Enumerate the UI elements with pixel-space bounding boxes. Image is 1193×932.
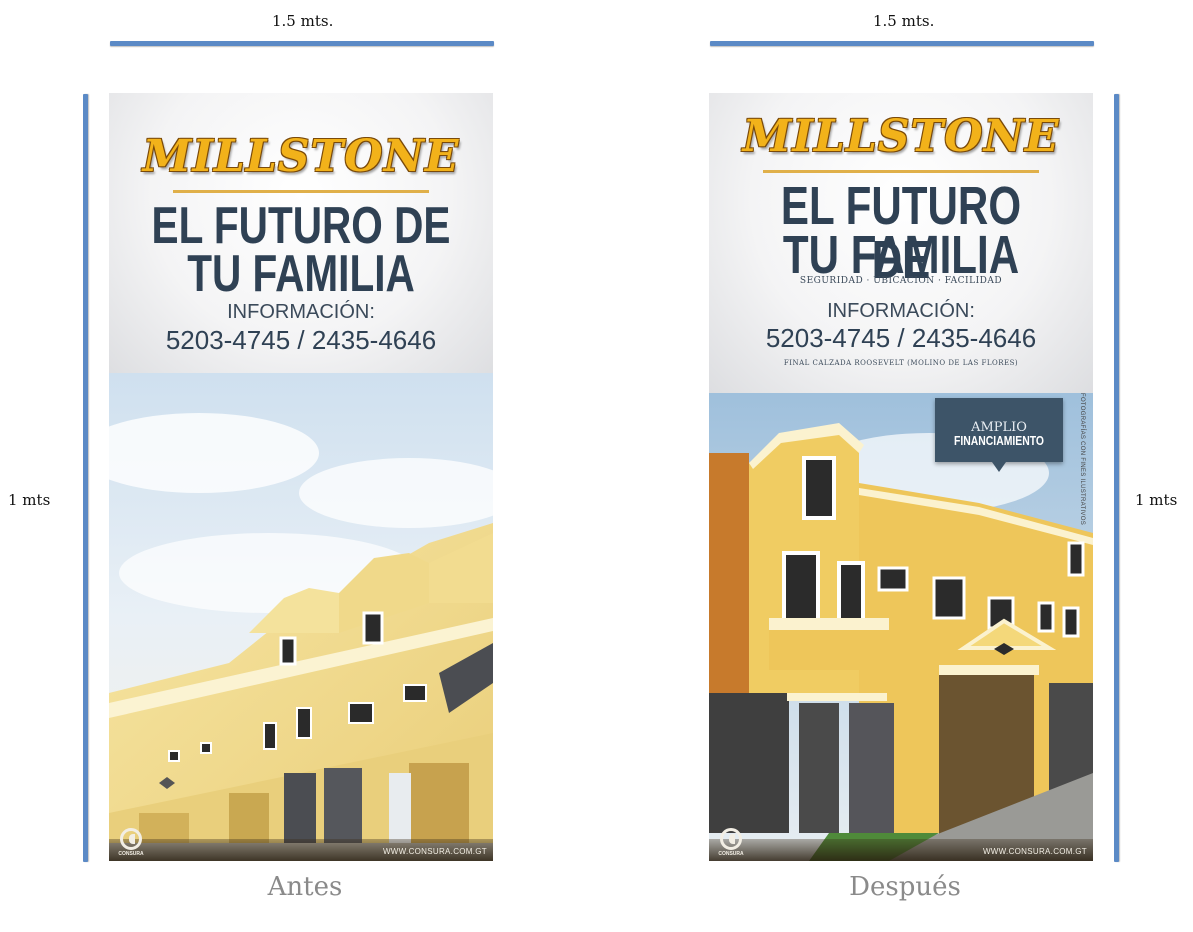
financing-badge: AMPLIO FINANCIAMIENTO bbox=[935, 398, 1063, 472]
left-width-bar bbox=[110, 41, 494, 46]
footer-url: WWW.CONSURA.COM.GT bbox=[982, 847, 1087, 856]
badge-line-2: FINANCIAMIENTO bbox=[954, 433, 1044, 448]
house-photo bbox=[709, 393, 1093, 861]
phone-numbers: 5203-4745 / 2435-4646 bbox=[165, 325, 437, 355]
gold-divider bbox=[763, 170, 1039, 173]
banner-footer: CONSURA WWW.CONSURA.COM.GT bbox=[709, 828, 1093, 861]
house-photo bbox=[109, 373, 493, 861]
address: FINAL CALZADA ROOSEVELT (MOLINO DE LAS F… bbox=[783, 359, 1019, 367]
consura-logo: CONSURA bbox=[717, 828, 745, 857]
consura-brand: CONSURA bbox=[118, 851, 144, 857]
left-width-label: 1.5 mts. bbox=[272, 12, 334, 30]
consura-brand: CONSURA bbox=[718, 851, 744, 857]
left-height-bar bbox=[83, 94, 88, 862]
headline-line-2: TU FAMILIA bbox=[782, 225, 1020, 285]
right-width-bar bbox=[710, 41, 1094, 46]
consura-logo-icon bbox=[120, 828, 142, 850]
right-height-label: 1 mts bbox=[1135, 491, 1178, 509]
caption-before: Antes bbox=[267, 872, 343, 902]
millstone-logo: MILLSTONE bbox=[142, 131, 460, 182]
right-height-bar bbox=[1114, 94, 1119, 862]
phone-numbers: 5203-4745 / 2435-4646 bbox=[765, 323, 1037, 353]
side-credit: FOTOGRAFÍAS CON FINES ILUSTRATIVOS bbox=[1079, 393, 1085, 525]
caption-after: Después bbox=[849, 872, 961, 902]
banner-after: MILLSTONE EL FUTURO DE TU FAMILIA SEGURI… bbox=[709, 93, 1093, 861]
millstone-logo: MILLSTONE bbox=[742, 111, 1060, 162]
right-width-label: 1.5 mts. bbox=[873, 12, 935, 30]
footer-url: WWW.CONSURA.COM.GT bbox=[382, 847, 487, 856]
banner-before: MILLSTONE EL FUTURO DE TU FAMILIA INFORM… bbox=[109, 93, 493, 861]
info-label: INFORMACIÓN: bbox=[827, 300, 975, 322]
gold-divider bbox=[173, 190, 429, 193]
info-label: INFORMACIÓN: bbox=[227, 301, 375, 323]
left-height-label: 1 mts bbox=[8, 491, 51, 509]
consura-logo-icon bbox=[720, 828, 742, 850]
banner-footer: CONSURA WWW.CONSURA.COM.GT bbox=[109, 828, 493, 861]
tagline: SEGURIDAD · UBICACIÓN · FACILIDAD bbox=[799, 276, 1003, 286]
consura-logo: CONSURA bbox=[117, 828, 145, 857]
headline-line-2: TU FAMILIA bbox=[187, 245, 415, 303]
